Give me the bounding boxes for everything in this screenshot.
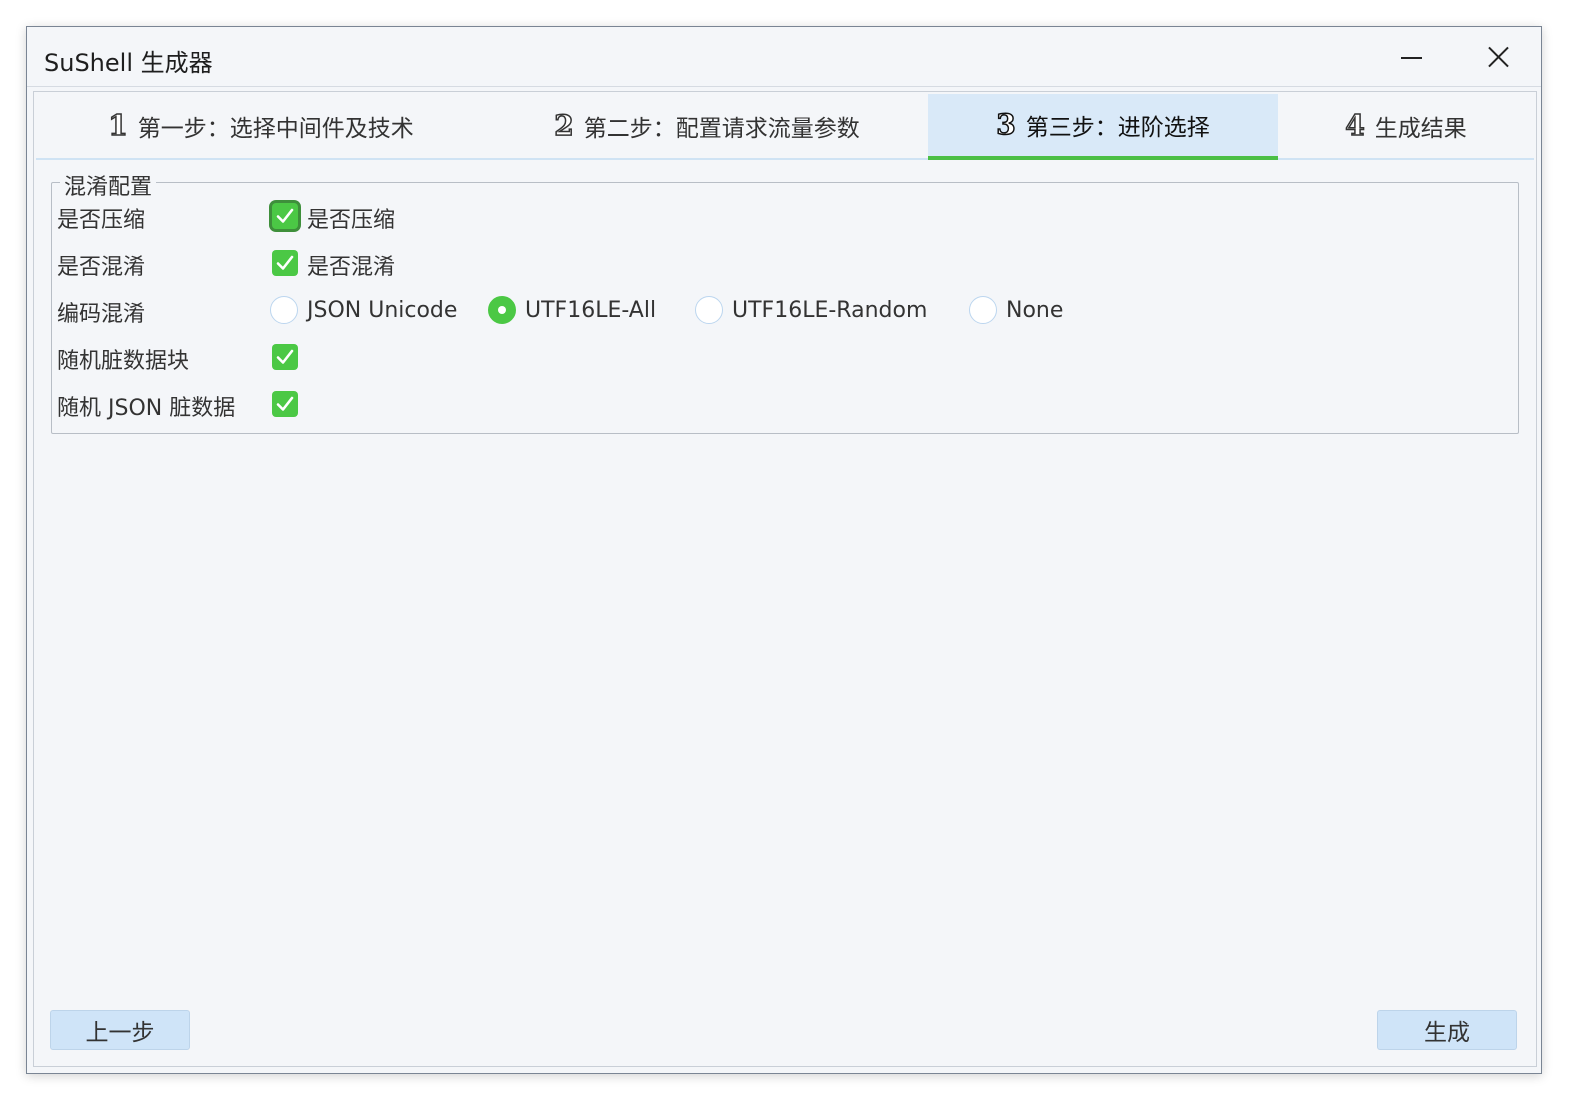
compress-label: 是否压缩 [57,208,146,233]
obfuscation-config-group: 混淆配置 是否压缩 是否压缩 是否混淆 是否混淆 编码混淆 JSON Unico… [51,169,1519,434]
radio-none[interactable]: None [969,295,1063,325]
compress-checkbox[interactable] [272,203,298,229]
compress-checkbox-label[interactable]: 是否压缩 [307,202,395,234]
obfuscate-checkbox-label[interactable]: 是否混淆 [307,249,395,281]
dirty-json-checkbox[interactable] [272,391,298,417]
tab-label: 第一步：选择中间件及技术 [137,116,414,142]
tab-label: 第二步：配置请求流量参数 [583,116,860,142]
tab-step-4[interactable]: 4 生成结果 [1278,94,1534,158]
radio-indicator[interactable] [969,296,997,324]
radio-label[interactable]: JSON Unicode [307,298,457,323]
minimize-button[interactable] [1389,37,1433,77]
obfuscate-row: 是否混淆 是否混淆 [52,243,1518,283]
title-bar: SuShell 生成器 [27,27,1541,87]
step-3-icon: 3 [995,108,1016,141]
close-button[interactable] [1475,37,1519,77]
check-icon [276,255,294,270]
app-window: SuShell 生成器 1 第一步：选择中间件及技术 2 第二步：配置请求流量参… [26,26,1542,1074]
radio-utf16le-random[interactable]: UTF16LE-Random [695,295,927,325]
step-tabs: 1 第一步：选择中间件及技术 2 第二步：配置请求流量参数 3 第三步：进阶选择… [36,94,1534,160]
radio-indicator[interactable] [488,296,516,324]
dirty-block-row: 随机脏数据块 [52,337,1518,377]
tab-label: 第三步：进阶选择 [1025,115,1210,141]
tab-step-2[interactable]: 2 第二步：配置请求流量参数 [486,94,928,158]
obfuscate-checkbox[interactable] [272,250,298,276]
radio-label[interactable]: UTF16LE-Random [732,298,927,323]
minimize-icon [1401,57,1422,59]
tab-step-1[interactable]: 1 第一步：选择中间件及技术 [36,94,486,158]
tab-step-3[interactable]: 3 第三步：进阶选择 [928,94,1278,160]
previous-step-button[interactable]: 上一步 [50,1010,190,1050]
tab-label: 生成结果 [1374,116,1467,142]
dirty-json-row: 随机 JSON 脏数据 [52,384,1518,424]
dirty-block-checkbox[interactable] [272,344,298,370]
step-4-icon: 4 [1344,109,1365,142]
check-icon [276,396,294,411]
window-title: SuShell 生成器 [44,49,213,77]
radio-indicator[interactable] [270,296,298,324]
radio-utf16le-all[interactable]: UTF16LE-All [488,295,656,325]
main-panel: 1 第一步：选择中间件及技术 2 第二步：配置请求流量参数 3 第三步：进阶选择… [33,91,1537,1067]
check-icon [276,208,294,223]
generate-button[interactable]: 生成 [1377,1010,1517,1050]
radio-json-unicode[interactable]: JSON Unicode [270,295,457,325]
check-icon [276,349,294,364]
encoding-row: 编码混淆 JSON Unicode UTF16LE-All UTF16LE-Ra… [52,290,1518,330]
dirty-block-label: 随机脏数据块 [57,349,190,374]
encoding-label: 编码混淆 [57,302,146,327]
step-2-icon: 2 [553,109,574,142]
radio-indicator[interactable] [695,296,723,324]
step-1-icon: 1 [107,109,128,142]
obfuscate-label: 是否混淆 [57,255,146,280]
radio-label[interactable]: None [1006,298,1063,323]
radio-label[interactable]: UTF16LE-All [525,298,656,323]
dirty-json-label: 随机 JSON 脏数据 [57,396,236,421]
compress-row: 是否压缩 是否压缩 [52,196,1518,236]
